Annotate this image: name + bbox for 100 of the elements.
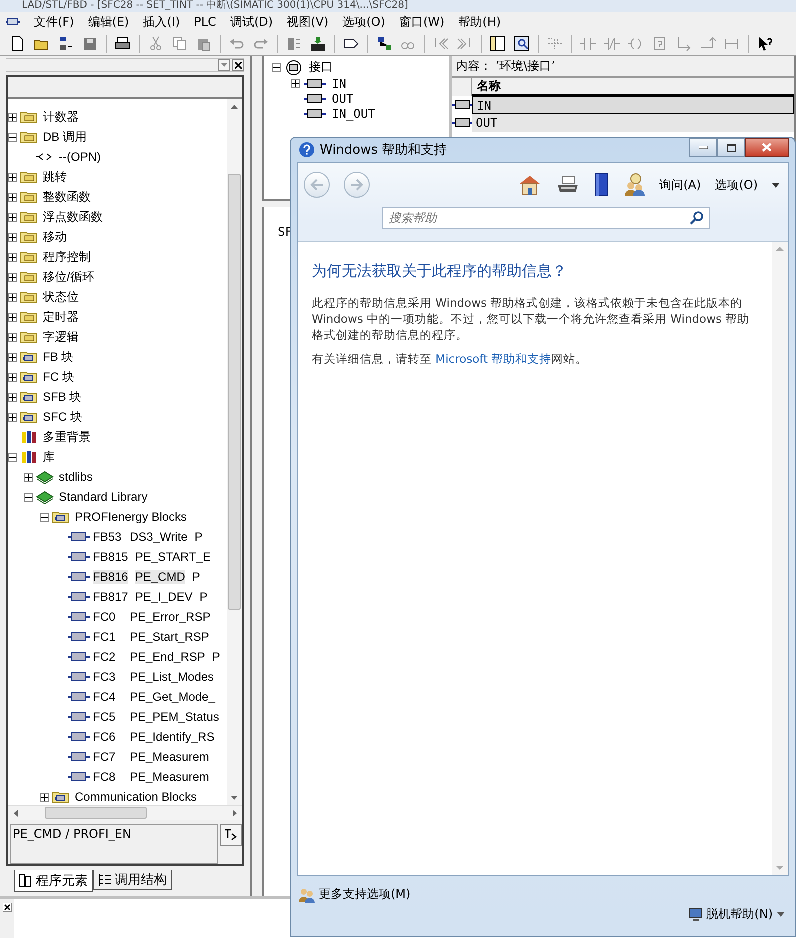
context-help-icon[interactable]: [757, 36, 773, 52]
tree-item[interactable]: FC5: [93, 710, 123, 724]
tree-item[interactable]: FB817: [93, 590, 128, 604]
tree-item[interactable]: Standard Library: [57, 490, 150, 504]
help-link[interactable]: Microsoft 帮助和支持: [436, 352, 552, 366]
people-icon[interactable]: [624, 173, 646, 197]
expand-toggle[interactable]: [291, 79, 300, 88]
table-cell[interactable]: IN: [472, 96, 794, 114]
module-icon[interactable]: [286, 36, 302, 52]
scrollbar[interactable]: [227, 99, 242, 805]
scrollbar[interactable]: [8, 805, 242, 820]
preview-icon[interactable]: [514, 36, 530, 52]
tree-item[interactable]: 计数器: [41, 108, 81, 126]
menu-item[interactable]: 帮助(H): [458, 14, 502, 30]
menu-item[interactable]: 视图(V): [287, 14, 329, 30]
expand-toggle[interactable]: [8, 192, 17, 202]
tree-item[interactable]: 移位/循环: [41, 268, 96, 286]
tab[interactable]: 程序元素: [14, 870, 93, 892]
tree-item[interactable]: FB 块: [41, 348, 76, 366]
new-file-icon[interactable]: [10, 36, 26, 52]
close-icon[interactable]: [2, 903, 12, 912]
down-arrow-icon[interactable]: [231, 796, 238, 800]
copy-icon[interactable]: [172, 36, 188, 52]
expand-toggle[interactable]: [8, 232, 17, 242]
tree-item[interactable]: 整数函数: [41, 188, 93, 206]
tree-item[interactable]: 库: [41, 448, 57, 466]
tree-item[interactable]: FC1: [93, 630, 123, 644]
tree-item[interactable]: FC2: [93, 650, 123, 664]
tree-item[interactable]: FC0: [93, 610, 123, 624]
expand-toggle[interactable]: [8, 352, 17, 362]
save-icon[interactable]: [82, 36, 98, 52]
tree-item[interactable]: 跳转: [41, 168, 69, 186]
home-icon[interactable]: [518, 174, 542, 196]
expand-toggle[interactable]: [8, 272, 17, 282]
tab[interactable]: 调用结构: [93, 870, 172, 890]
tree-item[interactable]: DB 调用: [41, 128, 90, 146]
menu-item[interactable]: 插入(I): [143, 14, 180, 30]
tree-item[interactable]: FC3: [93, 670, 123, 684]
tree-item[interactable]: FC7: [93, 750, 123, 764]
scroll-thumb[interactable]: [228, 174, 241, 610]
search-field[interactable]: 搜索帮助: [382, 207, 710, 229]
tree-item[interactable]: FB815: [93, 550, 128, 564]
expand-toggle[interactable]: [272, 63, 281, 72]
tree-item[interactable]: 接口: [307, 59, 335, 76]
close-button[interactable]: [232, 59, 244, 71]
toolbar-button[interactable]: 选项(O): [715, 176, 758, 194]
table-cell[interactable]: OUT: [472, 114, 794, 132]
tree-item[interactable]: SFC 块: [41, 408, 84, 426]
menu-item[interactable]: 编辑(E): [88, 14, 130, 30]
expand-toggle[interactable]: [8, 112, 17, 122]
expand-toggle[interactable]: [8, 212, 17, 222]
tree-item[interactable]: 字逻辑: [41, 328, 81, 346]
tree-item[interactable]: FC6: [93, 730, 123, 744]
tree-item[interactable]: 移动: [41, 228, 69, 246]
tree-item[interactable]: 状态位: [41, 288, 81, 306]
left-arrow-icon[interactable]: [14, 810, 18, 817]
tree-item[interactable]: IN_OUT: [330, 106, 378, 120]
maximize-button[interactable]: [717, 138, 745, 157]
download-icon[interactable]: [310, 36, 326, 52]
printer-icon[interactable]: [115, 36, 131, 52]
expand-toggle[interactable]: [8, 132, 17, 142]
toolbar-button[interactable]: 询问(A): [660, 176, 702, 194]
tree-item[interactable]: FC4: [93, 690, 123, 704]
tree-item[interactable]: 多重背景: [41, 428, 93, 446]
tree-item[interactable]: --(OPN): [57, 150, 103, 164]
close-button[interactable]: [745, 138, 789, 157]
expand-toggle[interactable]: [8, 372, 17, 382]
minimize-button[interactable]: [689, 138, 717, 157]
expand-toggle[interactable]: [8, 452, 17, 462]
expand-toggle[interactable]: [8, 412, 17, 422]
tree-item[interactable]: IN: [330, 76, 348, 90]
printer-icon[interactable]: [556, 175, 580, 195]
book-icon[interactable]: [594, 173, 610, 197]
expand-toggle[interactable]: [8, 252, 17, 262]
expand-toggle[interactable]: [8, 312, 17, 322]
expand-toggle[interactable]: [8, 172, 17, 182]
panel-icon[interactable]: [490, 36, 506, 52]
menu-item[interactable]: 选项(O): [342, 14, 386, 30]
tree-item[interactable]: FB53: [93, 530, 123, 544]
right-arrow-icon[interactable]: [232, 810, 236, 817]
expand-toggle[interactable]: [40, 792, 49, 802]
menu-item[interactable]: 调试(D): [230, 14, 274, 30]
tree-item[interactable]: FB816: [93, 570, 128, 584]
tree-item[interactable]: 定时器: [41, 308, 81, 326]
tree-item[interactable]: PROFIenergy Blocks: [73, 510, 190, 524]
expand-toggle[interactable]: [24, 472, 33, 482]
tree-item[interactable]: stdlibs: [57, 470, 96, 484]
menu-item[interactable]: PLC: [194, 15, 216, 29]
expand-toggle[interactable]: [40, 512, 49, 522]
scroll-thumb[interactable]: [45, 807, 147, 819]
expand-toggle[interactable]: [8, 332, 17, 342]
offline-help-button[interactable]: 脱机帮助(N): [688, 906, 785, 923]
expand-toggle[interactable]: [8, 392, 17, 402]
up-arrow-icon[interactable]: [231, 104, 238, 108]
tree-item[interactable]: SFB 块: [41, 388, 84, 406]
caret-icon[interactable]: [772, 182, 780, 188]
tree-item[interactable]: 程序控制: [41, 248, 93, 266]
expand-toggle[interactable]: [8, 292, 17, 302]
menu-item[interactable]: 窗口(W): [399, 14, 445, 30]
tree-item[interactable]: 浮点数函数: [41, 208, 105, 226]
